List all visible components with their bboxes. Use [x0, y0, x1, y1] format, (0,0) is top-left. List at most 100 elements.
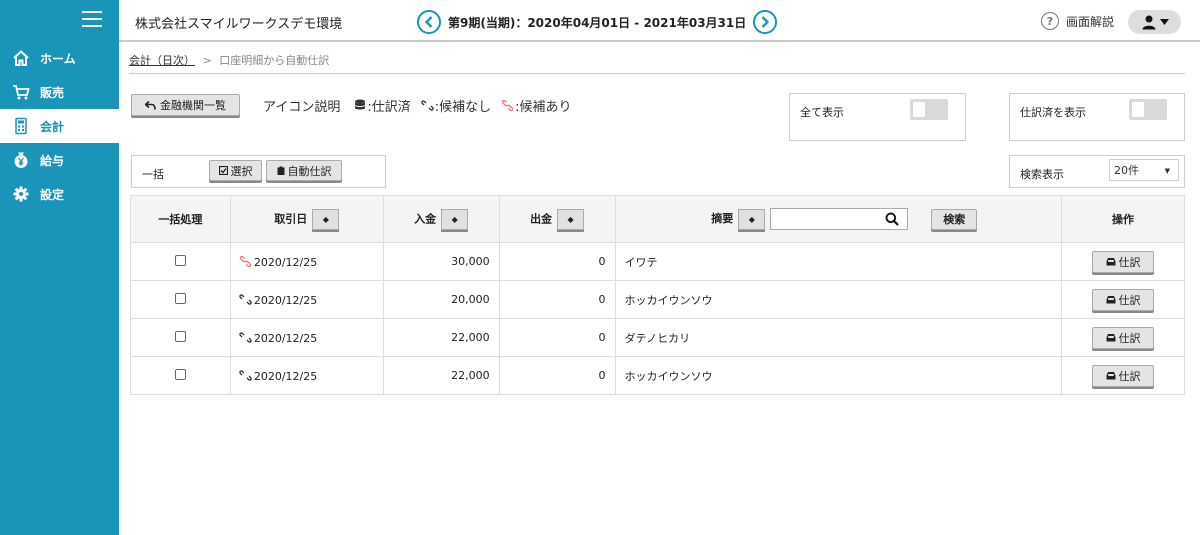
- check-square-icon: [218, 166, 228, 175]
- row-checkbox[interactable]: [174, 330, 186, 342]
- broken-link-icon: [239, 369, 252, 381]
- sort-date-button[interactable]: ◆: [312, 208, 340, 230]
- row-checkbox-cell: [130, 356, 231, 395]
- date-value: 2020/12/25: [253, 255, 318, 269]
- row-checkbox[interactable]: [174, 368, 186, 380]
- journal-button[interactable]: 仕訳: [1092, 288, 1155, 311]
- date-value: 2020/12/25: [253, 293, 318, 307]
- deposit-cell: 20,000: [382, 280, 500, 319]
- breadcrumb: 会計（日次） > 口座明細から自動仕訳: [129, 52, 1185, 74]
- caret-down-icon: ▼: [1164, 167, 1170, 175]
- breadcrumb-parent-link[interactable]: 会計（日次）: [129, 54, 195, 67]
- sidebar-item-sales[interactable]: 販売: [0, 75, 119, 109]
- search-icon: [885, 212, 900, 226]
- show-all-label: 全て表示: [800, 106, 844, 119]
- row-checkbox-cell: [130, 242, 231, 281]
- auto-journal-label: 自動仕訳: [287, 164, 332, 178]
- journal-button[interactable]: 仕訳: [1092, 326, 1155, 349]
- row-checkbox[interactable]: [174, 254, 186, 266]
- page-size-value: 20件: [1114, 164, 1139, 177]
- search-button[interactable]: 検索: [931, 208, 978, 230]
- row-checkbox-cell: [130, 318, 231, 357]
- bulk-panel: 一括 選択 自動仕訳: [131, 155, 386, 188]
- summary-search-input[interactable]: [770, 208, 909, 230]
- journal-button[interactable]: 仕訳: [1092, 250, 1155, 273]
- return-arrow-icon: [145, 100, 156, 110]
- show-all-toggle[interactable]: [910, 99, 948, 120]
- cart-icon: [12, 83, 30, 101]
- date-value: 2020/12/25: [253, 331, 318, 345]
- caret-down-icon: [1159, 19, 1169, 25]
- bank-list-button[interactable]: 金融機関一覧: [131, 94, 240, 116]
- action-cell: 仕訳: [1061, 356, 1185, 395]
- summary-cell: ホッカイウンソウ: [614, 280, 1063, 319]
- database-icon: [355, 99, 366, 110]
- help-link[interactable]: ? 画面解説: [1041, 12, 1114, 30]
- page-size-select[interactable]: 20件 ▼: [1109, 159, 1179, 181]
- chevron-right-icon: [761, 16, 770, 28]
- sort-deposit-button[interactable]: ◆: [441, 208, 469, 230]
- inbox-icon: [1106, 334, 1116, 342]
- calculator-icon: [12, 117, 30, 135]
- user-menu-button[interactable]: [1128, 10, 1181, 34]
- withdrawal-cell: 0: [498, 242, 616, 281]
- company-name: 株式会社スマイルワークスデモ環境: [135, 17, 343, 32]
- broken-link-icon: [239, 293, 252, 305]
- clipboard-icon: [277, 166, 284, 175]
- deposit-col-header: 入金 ◆: [382, 195, 500, 243]
- prev-period-button[interactable]: [417, 10, 441, 34]
- help-label: 画面解説: [1066, 14, 1115, 29]
- sidebar-item-label: 会計: [40, 119, 65, 134]
- show-all-panel: 全て表示: [789, 93, 966, 141]
- action-cell: 仕訳: [1061, 242, 1185, 281]
- withdrawal-cell: 0: [498, 356, 616, 395]
- table-row: 2020/12/25 30,000 0 イワテ 仕訳: [130, 242, 1185, 281]
- withdrawal-col-header: 出金 ◆: [498, 195, 616, 243]
- sort-withdrawal-button[interactable]: ◆: [557, 208, 585, 230]
- question-icon: ?: [1041, 12, 1059, 30]
- withdrawal-cell: 0: [498, 280, 616, 319]
- row-checkbox[interactable]: [174, 292, 186, 304]
- user-icon: [1142, 15, 1155, 30]
- summary-col-header: 摘要 ◆ 検索: [614, 195, 1063, 243]
- top-header: 株式会社スマイルワークスデモ環境 第9期(当期)：2020年04月01日 - 2…: [119, 0, 1200, 42]
- sidebar-item-label: 販売: [40, 85, 65, 100]
- date-cell: 2020/12/25: [229, 280, 384, 319]
- action-cell: 仕訳: [1061, 318, 1185, 357]
- sidebar-item-accounting[interactable]: 会計: [0, 109, 119, 143]
- legend-none: :候補なし: [434, 100, 492, 115]
- period-switcher: 第9期(当期)：2020年04月01日 - 2021年03月31日: [417, 10, 778, 34]
- date-cell: 2020/12/25: [229, 318, 384, 357]
- table-row: 2020/12/25 20,000 0 ホッカイウンソウ 仕訳: [130, 280, 1185, 319]
- home-icon: [12, 49, 30, 67]
- row-checkbox-cell: [130, 280, 231, 319]
- date-cell: 2020/12/25: [229, 242, 384, 281]
- select-label: 選択: [230, 164, 253, 178]
- menu-toggle-icon[interactable]: [82, 11, 102, 27]
- date-col-header: 取引日 ◆: [229, 195, 384, 243]
- summary-cell: ホッカイウンソウ: [614, 356, 1063, 395]
- gear-icon: [12, 185, 30, 203]
- action-cell: 仕訳: [1061, 280, 1185, 319]
- sidebar-item-settings[interactable]: 設定: [0, 177, 119, 211]
- table-row: 2020/12/25 22,000 0 ダテノヒカリ 仕訳: [130, 318, 1185, 357]
- sidebar-item-home[interactable]: ホーム: [0, 41, 119, 75]
- auto-journal-button[interactable]: 自動仕訳: [266, 160, 342, 181]
- legend-title: アイコン説明: [263, 100, 341, 115]
- inbox-icon: [1106, 372, 1116, 380]
- deposit-cell: 22,000: [382, 356, 500, 395]
- page-size-label: 検索表示: [1020, 168, 1064, 181]
- yen-bag-icon: [12, 151, 30, 169]
- period-label: 第9期(当期)：2020年04月01日 - 2021年03月31日: [448, 15, 747, 30]
- sidebar-item-payroll[interactable]: 給与: [0, 143, 119, 177]
- bulk-label: 一括: [142, 168, 164, 181]
- next-period-button[interactable]: [753, 10, 778, 34]
- journal-button[interactable]: 仕訳: [1092, 364, 1155, 387]
- sort-summary-button[interactable]: ◆: [738, 208, 766, 230]
- show-journaled-toggle[interactable]: [1129, 99, 1167, 120]
- sidebar-item-label: 給与: [40, 153, 65, 168]
- select-button[interactable]: 選択: [209, 160, 262, 181]
- transactions-table: 一括処理 取引日 ◆ 入金 ◆ 出金 ◆ 摘要 ◆ 検索 操作 2020/12/25 30,…: [130, 195, 1185, 395]
- summary-cell: イワテ: [614, 242, 1063, 281]
- table-header-row: 一括処理 取引日 ◆ 入金 ◆ 出金 ◆ 摘要 ◆ 検索 操作: [130, 195, 1185, 243]
